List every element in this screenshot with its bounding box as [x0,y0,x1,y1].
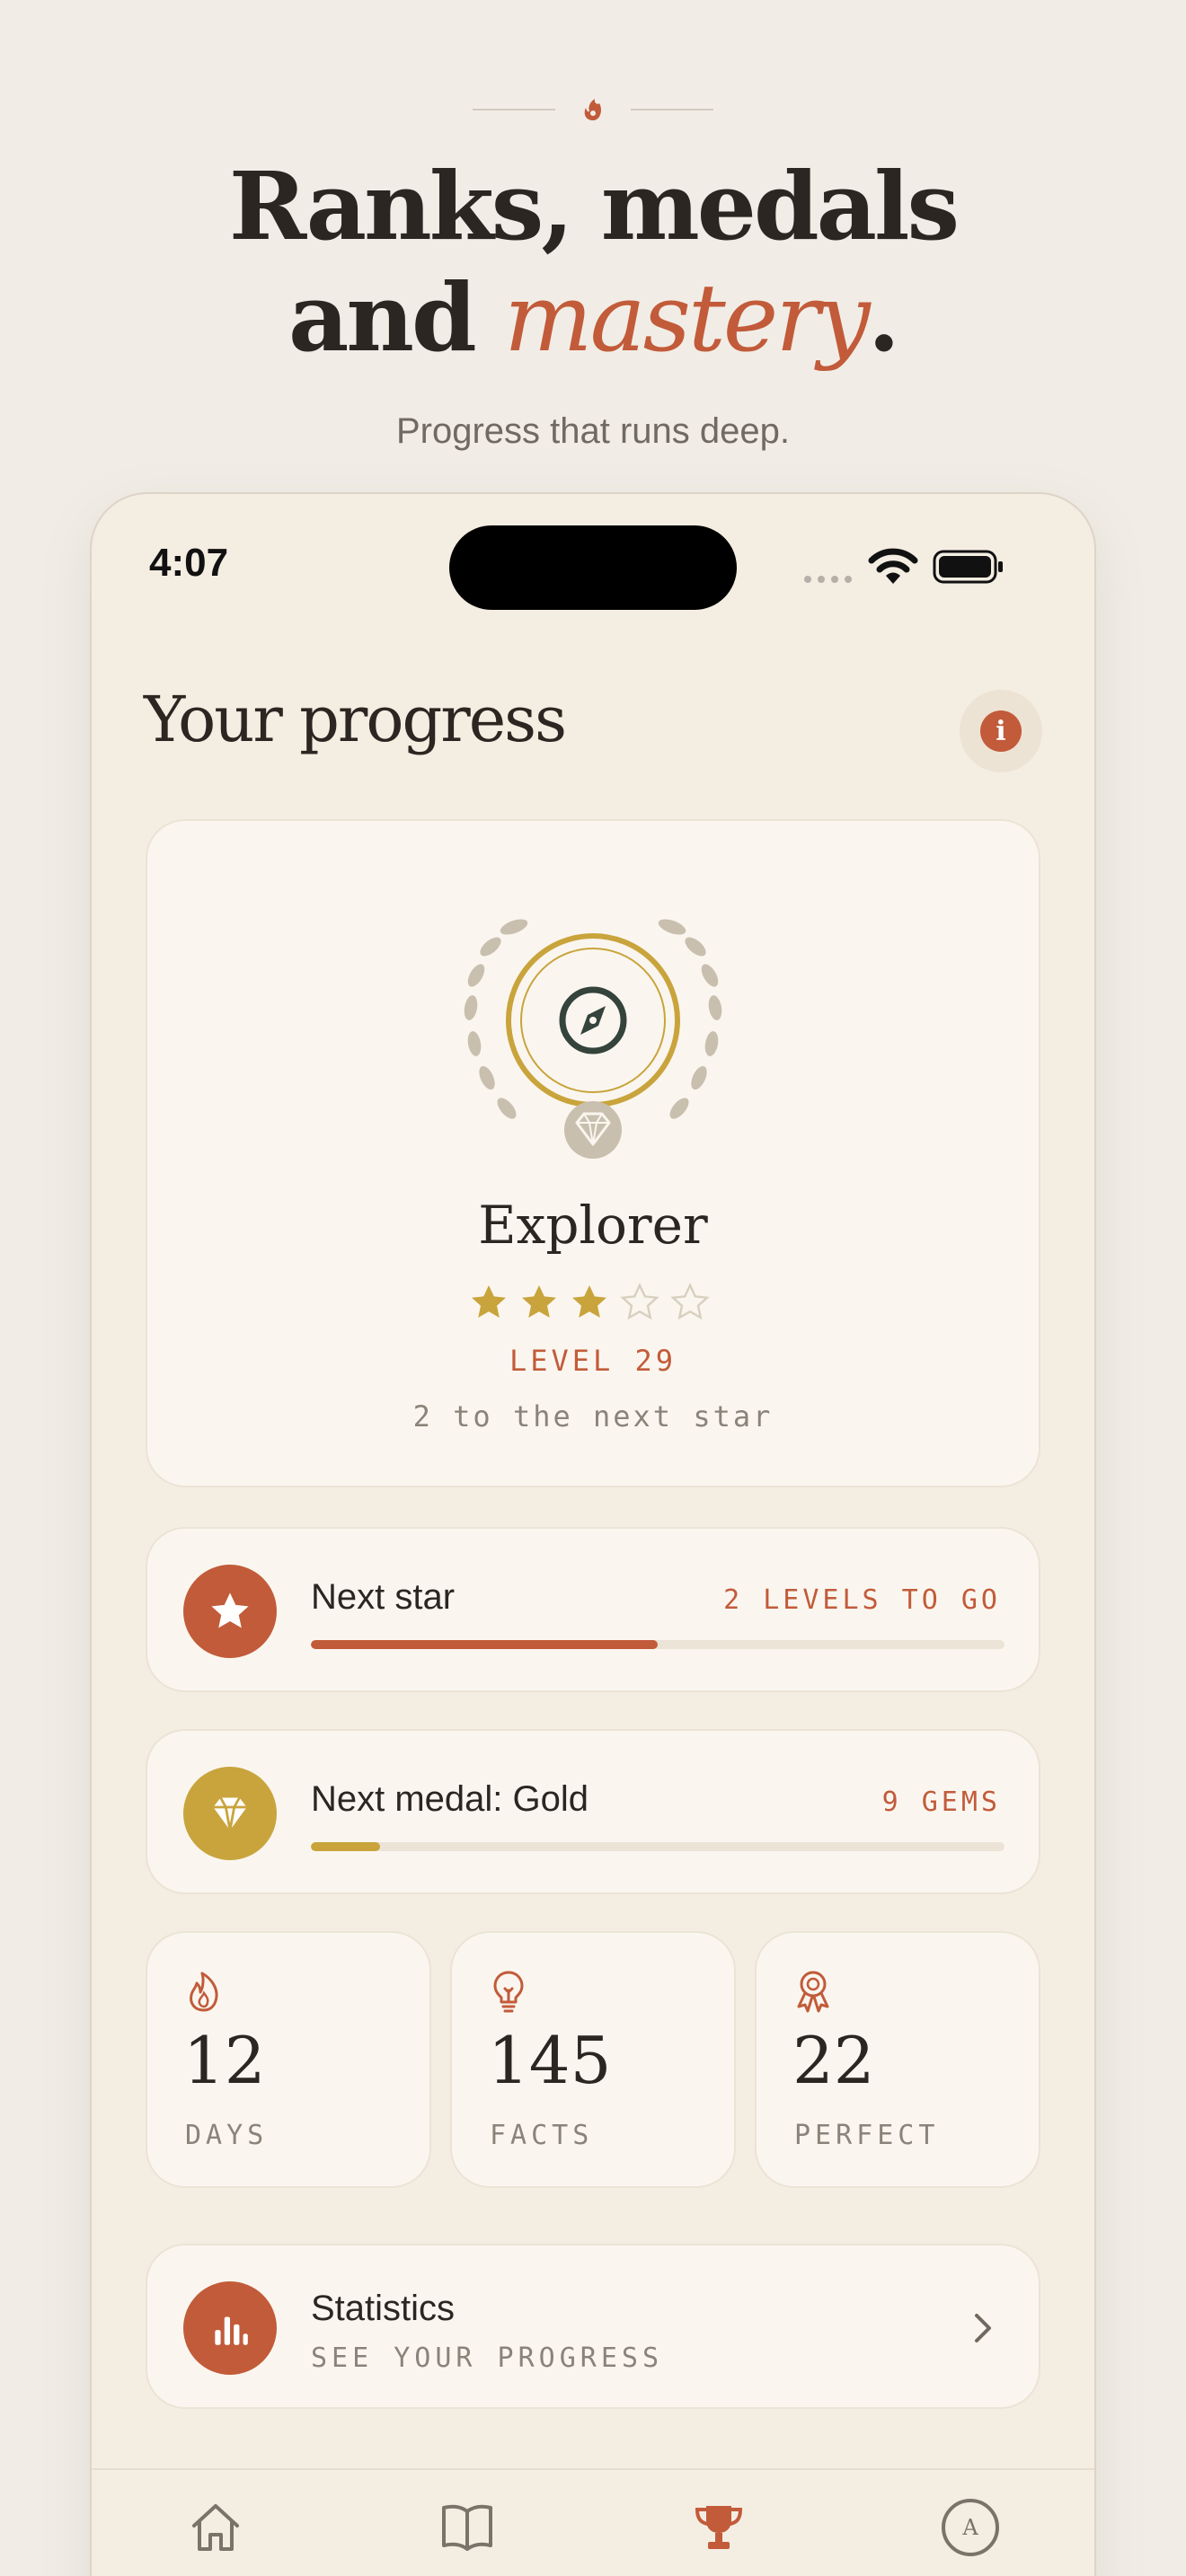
statistics-title: Statistics [311,2289,456,2328]
star-filled-icon [472,1285,506,1318]
rank-emblem [464,919,722,1159]
stat-card-facts[interactable]: 145 FACTS [450,1931,736,2188]
next-medal-card[interactable]: Next medal: Gold 9 GEMS [146,1729,1040,1894]
star-filled-icon [572,1285,606,1318]
next-star-hint: 2 to the next star [412,1399,774,1434]
stat-value-perfect: 22 [792,2023,875,2098]
hero-subtitle: Progress that runs deep. [395,411,791,451]
info-button[interactable]: i [960,690,1042,772]
hero-title: Ranks, medals and mastery. [0,151,1186,374]
stat-card-days[interactable]: 12 DAYS [146,1931,431,2188]
hero-title-pre: and [288,262,504,373]
next-star-progress-track [311,1640,1005,1649]
stat-label-facts: FACTS [490,2120,594,2151]
rank-stars [467,1281,719,1328]
battery-icon [933,550,1003,584]
star-icon [183,1565,277,1658]
award-ribbon-icon [797,1971,829,2013]
stat-label-days: DAYS [185,2120,269,2151]
info-icon: i [980,710,1022,752]
next-medal-remaining: 9 GEMS [881,1786,1001,1818]
stat-value-facts: 145 [488,2023,612,2098]
hero-title-post: . [867,262,900,373]
bar-chart-icon [183,2281,277,2375]
next-star-card[interactable]: Next star 2 LEVELS TO GO [146,1527,1040,1692]
dynamic-island [449,525,737,610]
star-empty-icon [670,1283,710,1320]
compass-icon [559,986,627,1054]
next-medal-progress-fill [311,1842,381,1851]
ornament-line-left [473,109,555,110]
chevron-right-icon [975,2314,991,2342]
star-filled-icon [522,1285,556,1318]
book-icon[interactable] [438,2499,496,2556]
hero-title-line2: and mastery. [0,262,1186,374]
cellular-signal-icon [804,576,852,583]
next-medal-label: Next medal: Gold [311,1779,589,1819]
wifi-icon [868,548,918,584]
gem-badge [564,1101,622,1159]
level-label: LEVEL 29 [509,1344,677,1378]
ornament-line-right [631,109,713,110]
page-title: Your progress [144,683,567,756]
next-star-label: Next star [311,1577,456,1617]
status-time: 4:07 [149,541,229,585]
flame-bloom-icon [584,99,601,120]
hero-title-accent: mastery [503,263,871,373]
statistics-subtitle: SEE YOUR PROGRESS [311,2342,664,2374]
hero-title-line1: Ranks, medals [228,151,960,261]
stat-card-perfect[interactable]: 22 PERFECT [755,1931,1040,2188]
gem-icon [183,1767,277,1860]
next-star-remaining: 2 LEVELS TO GO [723,1584,1001,1616]
stat-value-days: 12 [183,2023,266,2098]
home-icon[interactable] [187,2499,244,2556]
trophy-icon[interactable] [690,2499,748,2556]
stat-label-perfect: PERFECT [794,2120,940,2151]
statistics-row[interactable]: Statistics SEE YOUR PROGRESS [146,2244,1040,2409]
next-medal-progress-track [311,1842,1005,1851]
flame-icon [190,1972,218,2012]
star-empty-icon [620,1283,659,1320]
avatar-icon[interactable]: A [942,2499,999,2556]
lightbulb-icon [493,1971,524,2013]
rank-name: Explorer [478,1195,708,1256]
next-star-progress-fill [311,1640,658,1649]
